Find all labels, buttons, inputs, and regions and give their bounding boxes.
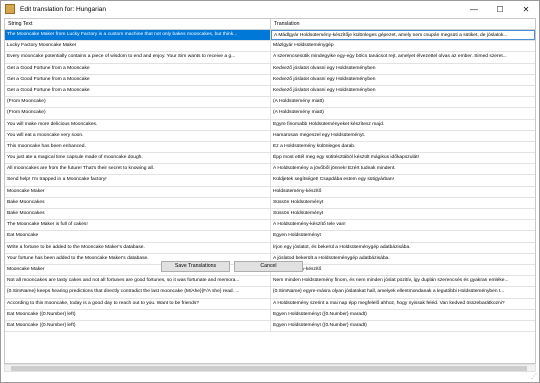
table-row[interactable]: Eat Mooncake ({0.Number} left) Egyen Hold…	[5, 320, 535, 333]
string-text-cell[interactable]: Write a fortune to be added to the Moonc…	[5, 242, 271, 253]
horizontal-scrollbar[interactable]	[4, 364, 536, 372]
string-text-cell[interactable]: You will eat a mooncake very soon.	[5, 130, 271, 141]
string-text-cell[interactable]: Get a Good Fortune from a Mooncake	[5, 74, 271, 85]
table-row[interactable]: {0.SimName} keeps hearing predictions th…	[5, 287, 535, 299]
translation-cell[interactable]: Süssön Holdsüteményt	[271, 209, 535, 219]
string-text-cell[interactable]: Bake Mooncakes	[5, 197, 271, 208]
table-row[interactable]: Get a Good Fortune from a Mooncake Kedvez…	[5, 85, 535, 98]
translation-cell[interactable]: Nem minden Holdsütemény finom, és nem mi…	[271, 276, 535, 286]
string-text-cell[interactable]: According to this mooncake, today is a g…	[5, 298, 271, 309]
maximize-icon[interactable]: ☐	[487, 1, 513, 17]
translation-cell[interactable]: Kedvező jóslatot olvasni egy Holdsütemén…	[271, 75, 535, 85]
table-row[interactable]: (From Mooncake) (A Holdsütemény miatt)	[5, 97, 535, 109]
grid-header: String Text Translation	[5, 19, 535, 30]
table-row[interactable]: Mooncake MakerHoldsütemény-készítő	[5, 186, 535, 198]
window-title: Edit translation for: Hungarian	[20, 5, 106, 13]
app-icon	[5, 4, 15, 14]
table-row[interactable]: Get a Good Fortune from a Mooncake Kedvez…	[5, 63, 535, 75]
translation-grid[interactable]: String Text Translation The Mooncake Mak…	[4, 18, 536, 364]
translation-cell[interactable]: Holdsütemény-készítő	[271, 265, 535, 275]
translation-cell[interactable]: {0.SimName} egyre-másra olyan jóslatokat…	[271, 287, 535, 297]
translation-cell[interactable]: Kedvező jóslatot olvasni egy Holdsütemén…	[271, 86, 535, 96]
translation-window: Edit translation for: Hungarian — ☐ ✕ St…	[0, 0, 540, 383]
translation-cell[interactable]: Küldjetek segítséget! Csapdába estem egy…	[271, 175, 535, 185]
translation-cell[interactable]: Épp most ettél meg egy sütitésztából kés…	[271, 153, 535, 163]
column-header-translation[interactable]: Translation	[271, 19, 535, 29]
table-row[interactable]: Every mooncake potentially contains a pi…	[5, 52, 535, 64]
translation-cell[interactable]: Mázlgyár Holdsüteménygép	[271, 41, 535, 51]
string-text-cell[interactable]: (From Mooncake)	[5, 108, 271, 119]
string-text-cell[interactable]: Bake Mooncakes	[5, 209, 271, 220]
string-text-cell[interactable]: Mooncake Maker	[5, 186, 271, 197]
column-header-string-text[interactable]: String Text	[5, 19, 271, 29]
table-row[interactable]: The Mooncake Maker is full of cakes! A Ho…	[5, 220, 535, 232]
table-row[interactable]: This mooncake has been enhanced. Ez a Hol…	[5, 141, 535, 154]
translation-cell[interactable]: Egyen Holdsüteményt ({0.Number} maradt)	[271, 310, 535, 320]
translation-cell[interactable]: Egyen Holdsüteményt ({0.Number} maradt)	[271, 321, 535, 331]
translation-cell[interactable]: Kedvező jóslatot olvasni egy Holdsütemén…	[271, 64, 535, 74]
table-row[interactable]: Eat Mooncake ({0.Number} left) Egyen Hold…	[5, 309, 535, 321]
string-text-cell[interactable]: The Mooncake Maker is full of cakes!	[5, 220, 271, 231]
cancel-button[interactable]: Cancel	[234, 261, 303, 272]
translation-cell[interactable]: Egyen Holdsüteményt	[271, 231, 535, 241]
string-text-cell[interactable]: This mooncake has been enhanced.	[5, 141, 271, 153]
window-controls: — ☐ ✕	[461, 1, 539, 17]
table-row[interactable]: Not all mooncakes are tasty cakes and no…	[5, 276, 535, 288]
table-row[interactable]: Lucky Factory Mooncake Maker Mázlgyár Hol…	[5, 41, 535, 53]
title-bar[interactable]: Edit translation for: Hungarian — ☐ ✕	[1, 1, 539, 17]
string-text-cell[interactable]: Eat Mooncake ({0.Number} left)	[5, 309, 271, 320]
table-row[interactable]: You will make more delicious Mooncakes. E…	[5, 119, 535, 131]
string-text-cell[interactable]: Get a Good Fortune from a Mooncake	[5, 63, 271, 74]
table-row[interactable]: You just ate a magical time capsule made…	[5, 153, 535, 165]
string-text-cell[interactable]: You just ate a magical time capsule made…	[5, 153, 271, 164]
translation-cell[interactable]: (A Holdsütemény miatt)	[271, 108, 535, 118]
string-text-cell[interactable]: Get a Good Fortune from a Mooncake	[5, 85, 271, 97]
table-row[interactable]: Get a Good Fortune from a Mooncake Kedvez…	[5, 74, 535, 86]
string-text-cell[interactable]: All mooncakes are from the future! That'…	[5, 164, 271, 175]
string-text-cell[interactable]: Not all mooncakes are tasty cakes and no…	[5, 276, 271, 287]
translation-cell[interactable]: A Mádlgyár Holdsütemény-készítője különl…	[271, 30, 535, 41]
translation-cell[interactable]: Süssön Holdsüteményt	[271, 198, 535, 208]
table-row[interactable]: Write a fortune to be added to the Moonc…	[5, 242, 535, 254]
string-text-cell[interactable]: Every mooncake potentially contains a pi…	[5, 52, 271, 63]
translation-cell[interactable]: Egyre finomabb Holdsüteményeket készítes…	[271, 120, 535, 130]
string-text-cell[interactable]: The Mooncake Maker from Lucky Factory is…	[5, 30, 271, 41]
string-text-cell[interactable]: Send help! I'm trapped in a Mooncake fac…	[5, 175, 271, 186]
table-row[interactable]: According to this mooncake, today is a g…	[5, 298, 535, 310]
translation-cell[interactable]: Holdsütemény-készítő	[271, 187, 535, 197]
grid-rows: The Mooncake Maker from Lucky Factory is…	[5, 30, 535, 333]
resize-grip-icon[interactable]: ⋰	[531, 373, 537, 380]
table-row[interactable]: Send help! I'm trapped in a Mooncake fac…	[5, 175, 535, 187]
table-row[interactable]: All mooncakes are from the future! That'…	[5, 164, 535, 176]
table-row[interactable]: The Mooncake Maker from Lucky Factory is…	[5, 30, 535, 42]
string-text-cell[interactable]: {0.SimName} keeps hearing predictions th…	[5, 287, 271, 298]
translation-cell[interactable]: A Holdsütemény a jövőből jönnek! Ezért t…	[271, 164, 535, 174]
string-text-cell[interactable]: Eat Mooncake ({0.Number} left)	[5, 320, 271, 332]
translation-cell[interactable]: (A Holdsütemény miatt)	[271, 97, 535, 107]
close-icon[interactable]: ✕	[513, 1, 539, 17]
translation-cell[interactable]: A Holdsütemény szerint a mai nap épp meg…	[271, 299, 535, 309]
minimize-icon[interactable]: —	[461, 1, 487, 17]
string-text-cell[interactable]: Eat Mooncake	[5, 231, 271, 242]
translation-cell[interactable]: Hamarosan megeszel egy Holdsüteményt.	[271, 131, 535, 141]
translation-cell[interactable]: A jóslatod bekerült a Holdsüteménygép ad…	[271, 254, 535, 264]
translation-cell[interactable]: Ez a Holdsütemény különleges darab.	[271, 142, 535, 152]
string-text-cell[interactable]: Lucky Factory Mooncake Maker	[5, 41, 271, 52]
table-row[interactable]: Eat Mooncake Egyen Holdsüteményt	[5, 231, 535, 243]
table-row[interactable]: (From Mooncake) (A Holdsütemény miatt)	[5, 108, 535, 120]
table-row[interactable]: Bake Mooncakes Süssön Holdsüteményt	[5, 209, 535, 221]
string-text-cell[interactable]: (From Mooncake)	[5, 97, 271, 108]
table-row[interactable]: You will eat a mooncake very soon. Hamaro…	[5, 130, 535, 142]
translation-cell[interactable]: A szerencsesütik mindegyike egy-egy bölc…	[271, 52, 535, 62]
button-bar: Save Translations Cancel	[161, 261, 306, 272]
scrollbar-thumb[interactable]	[11, 366, 527, 371]
translation-cell[interactable]: A Holdsütemény-készítő tele van!	[271, 220, 535, 230]
string-text-cell[interactable]: You will make more delicious Mooncakes.	[5, 119, 271, 130]
table-row[interactable]: Bake Mooncakes Süssön Holdsüteményt	[5, 197, 535, 209]
translation-cell[interactable]: Írjon egy jóslatot, és bekerül a Holdsüt…	[271, 243, 535, 253]
save-translations-button[interactable]: Save Translations	[161, 261, 230, 272]
